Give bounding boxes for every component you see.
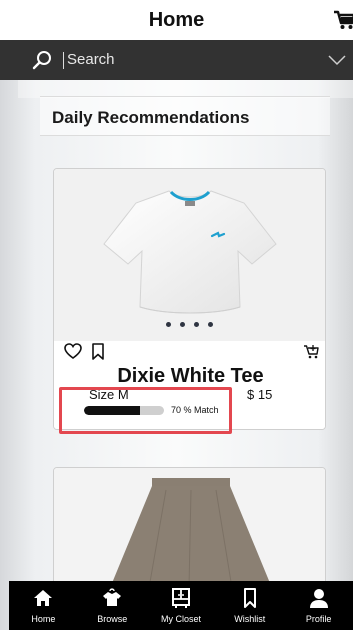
nav-item-my-closet[interactable]: My Closet (147, 581, 216, 630)
closet-icon (170, 587, 192, 609)
product-card[interactable] (53, 467, 326, 587)
chevron-down-icon[interactable] (327, 53, 347, 67)
profile-icon (308, 587, 330, 609)
section-header: Daily Recommendations (40, 96, 330, 136)
page-title: Home (148, 8, 205, 31)
heart-icon[interactable] (64, 343, 82, 360)
home-icon (32, 587, 54, 609)
cart-icon[interactable] (303, 344, 319, 359)
product-name[interactable]: Dixie White Tee (54, 365, 325, 388)
product-image[interactable] (54, 169, 325, 341)
hanger-shirt-icon (101, 587, 123, 609)
section-title: Daily Recommendations (52, 108, 250, 127)
product-price: $ 15 (247, 387, 273, 402)
app-screen: Home Search Daily Recommendations Dixie … (0, 0, 353, 630)
nav-item-home[interactable]: Home (9, 581, 78, 630)
carousel-dots[interactable] (166, 322, 213, 327)
carousel-dot[interactable] (166, 322, 171, 327)
carousel-dot[interactable] (194, 322, 199, 327)
skirt-image (54, 468, 325, 586)
cart-icon[interactable] (333, 9, 353, 31)
top-header: Home (0, 0, 353, 40)
nav-label-home: Home (31, 614, 56, 624)
highlight-annotation-box (59, 387, 232, 434)
bookmark-icon (239, 587, 261, 609)
nav-item-browse[interactable]: Browse (78, 581, 147, 630)
tshirt-image (103, 190, 277, 314)
search-bar[interactable]: Search (0, 40, 353, 80)
nav-item-profile[interactable]: Profile (284, 581, 353, 630)
search-icon[interactable] (32, 50, 52, 70)
carousel-dot[interactable] (180, 322, 185, 327)
nav-label-my-closet: My Closet (160, 614, 201, 624)
bookmark-icon[interactable] (91, 343, 105, 360)
nav-label-browse: Browse (97, 614, 128, 624)
nav-label-profile: Profile (305, 614, 332, 624)
nav-label-wishlist: Wishlist (234, 614, 266, 624)
bottom-navigation: Home Browse My Closet Wishlist Profile (9, 581, 353, 630)
text-cursor (63, 52, 64, 69)
carousel-dot[interactable] (208, 322, 213, 327)
search-input[interactable]: Search (67, 51, 115, 68)
nav-item-wishlist[interactable]: Wishlist (215, 581, 284, 630)
